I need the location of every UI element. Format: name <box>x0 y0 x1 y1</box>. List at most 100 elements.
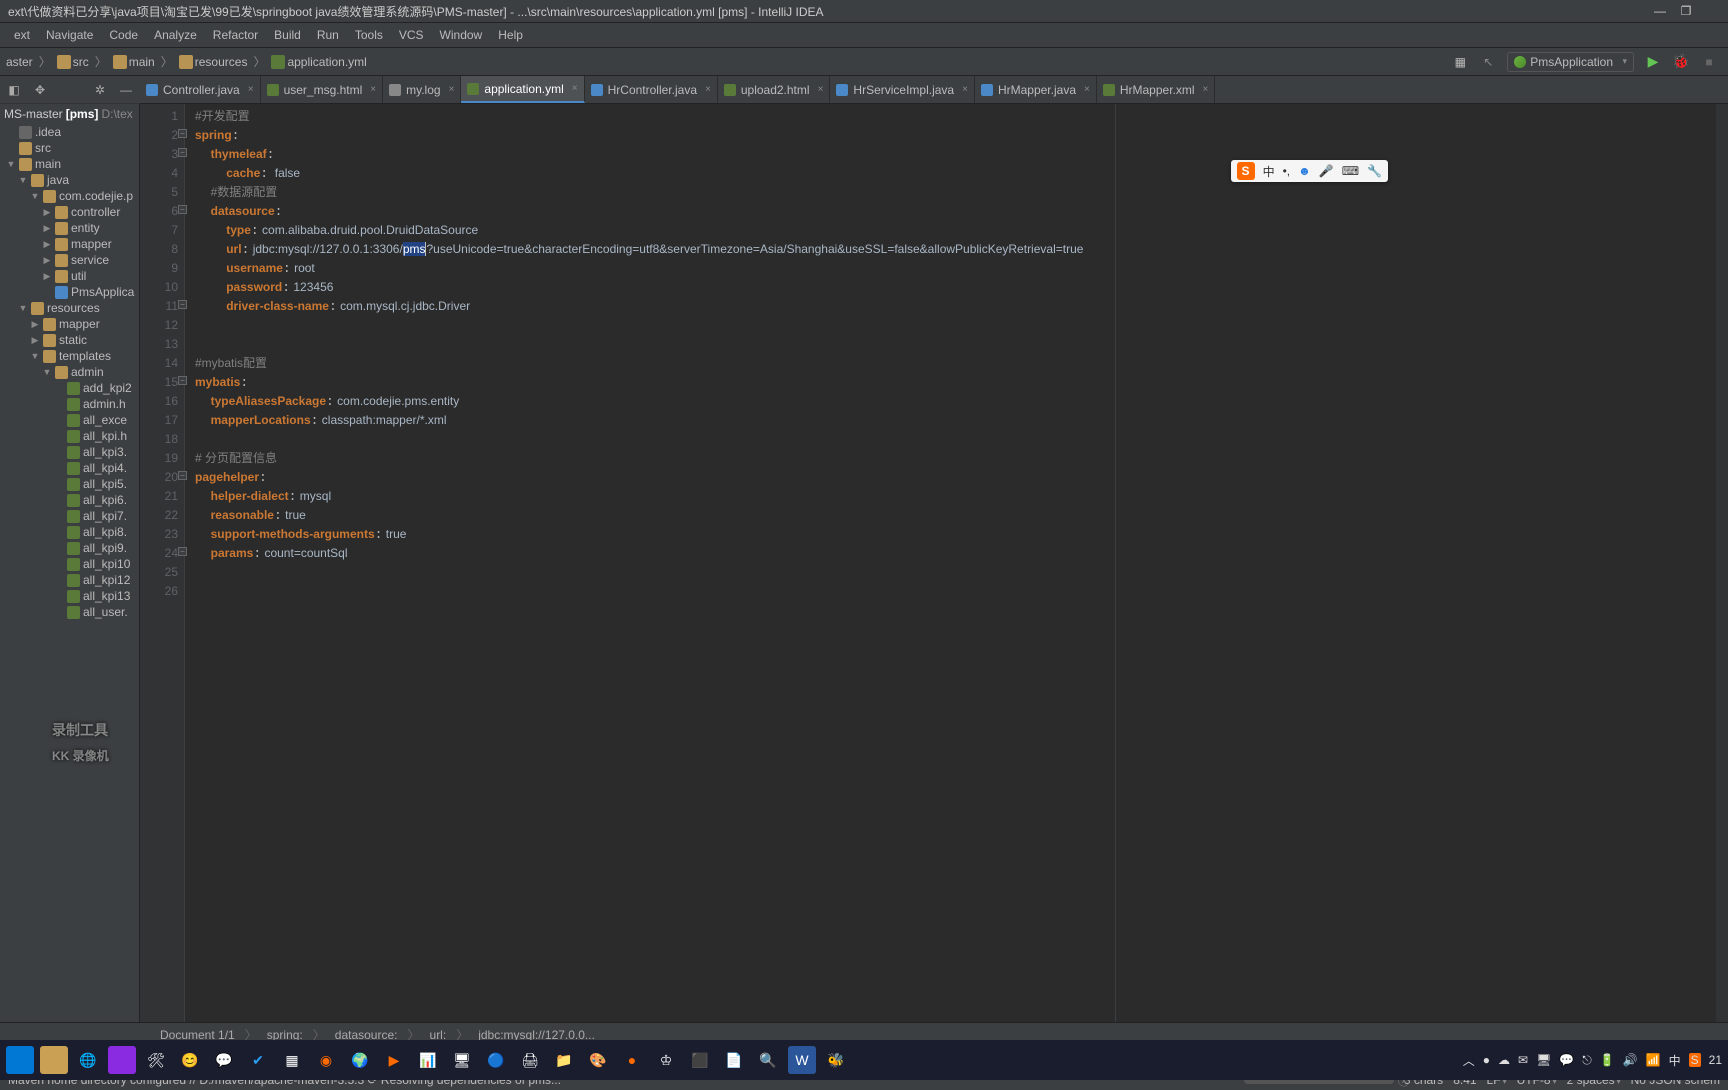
tree-node-add_kpi2[interactable]: add_kpi2 <box>0 380 139 396</box>
app-icon-17[interactable]: 📄 <box>720 1046 748 1074</box>
tree-node-templates[interactable]: ▼templates <box>0 348 139 364</box>
tab-user_msg-html[interactable]: user_msg.html× <box>261 76 384 103</box>
app-icon-7[interactable]: ▶ <box>380 1046 408 1074</box>
tray-sogou-icon[interactable]: S <box>1689 1053 1701 1067</box>
tab-application-yml[interactable]: application.yml× <box>461 76 584 103</box>
tray-battery-icon[interactable]: 🔋 <box>1600 1053 1615 1067</box>
code-editor[interactable]: 12−3−456−7891011−12131415−1617181920−212… <box>140 104 1728 1022</box>
close-icon[interactable]: × <box>248 84 254 95</box>
app-icon-14[interactable]: ● <box>618 1046 646 1074</box>
tree-node-resources[interactable]: ▼resources <box>0 300 139 316</box>
tray-volume-icon[interactable]: 🔊 <box>1623 1053 1638 1067</box>
tree-node-util[interactable]: ▶util <box>0 268 139 284</box>
run-config-selector[interactable]: PmsApplication <box>1507 52 1634 72</box>
run-button[interactable]: ▶ <box>1644 53 1662 71</box>
app-icon-15[interactable]: ♔ <box>652 1046 680 1074</box>
app-icon-18[interactable]: 🐝 <box>822 1046 850 1074</box>
menu-build[interactable]: Build <box>266 25 309 45</box>
close-icon[interactable]: × <box>962 84 968 95</box>
app-icon-9[interactable]: 🖥 <box>448 1046 476 1074</box>
build-icon[interactable]: ▦ <box>1451 53 1469 71</box>
menu-vcs[interactable]: VCS <box>391 25 432 45</box>
tree-node-controller[interactable]: ▶controller <box>0 204 139 220</box>
tree-node-com-codejie-p[interactable]: ▼com.codejie.p <box>0 188 139 204</box>
ime-face-icon[interactable]: ☻ <box>1298 164 1311 178</box>
app-icon-1[interactable]: 🛠 <box>142 1046 170 1074</box>
close-icon[interactable]: × <box>705 84 711 95</box>
wechat-icon[interactable]: 💬 <box>210 1046 238 1074</box>
app-icon-6[interactable]: 🌍 <box>346 1046 374 1074</box>
ime-kbd-icon[interactable]: ⌨ <box>1342 164 1359 178</box>
menu-code[interactable]: Code <box>101 25 146 45</box>
settings-icon[interactable]: ✲ <box>92 82 108 98</box>
breadcrumb-item[interactable]: resources <box>195 55 248 69</box>
tree-node-all_exce[interactable]: all_exce <box>0 412 139 428</box>
tray-icon-1[interactable]: ● <box>1483 1053 1490 1067</box>
tray-time[interactable]: 21 <box>1709 1053 1722 1067</box>
tray-icon-2[interactable]: ☁ <box>1498 1053 1510 1067</box>
app-icon-12[interactable]: 📁 <box>550 1046 578 1074</box>
project-select-icon[interactable]: ◧ <box>6 82 22 98</box>
tree-node-mapper[interactable]: ▶mapper <box>0 236 139 252</box>
tree-node-all_kpi6-[interactable]: all_kpi6. <box>0 492 139 508</box>
menu-window[interactable]: Window <box>432 25 491 45</box>
menu-refactor[interactable]: Refactor <box>205 25 266 45</box>
app-icon-2[interactable]: 😊 <box>176 1046 204 1074</box>
tree-node-all_kpi3-[interactable]: all_kpi3. <box>0 444 139 460</box>
close-icon[interactable]: × <box>572 83 578 94</box>
app-icon-4[interactable]: ▦ <box>278 1046 306 1074</box>
tree-node-src[interactable]: src <box>0 140 139 156</box>
tree-node-all_kpi10[interactable]: all_kpi10 <box>0 556 139 572</box>
tray-icon-4[interactable]: 🖥 <box>1536 1053 1551 1067</box>
start-button[interactable] <box>6 1046 34 1074</box>
tree-node-admin-h[interactable]: admin.h <box>0 396 139 412</box>
debug-button[interactable]: 🐞 <box>1672 53 1690 71</box>
menu-help[interactable]: Help <box>490 25 531 45</box>
tray-icon-5[interactable]: 💬 <box>1559 1053 1574 1067</box>
tree-node-all_kpi8-[interactable]: all_kpi8. <box>0 524 139 540</box>
app-icon-13[interactable]: 🎨 <box>584 1046 612 1074</box>
menu-run[interactable]: Run <box>309 25 347 45</box>
tree-node-all_kpi13[interactable]: all_kpi13 <box>0 588 139 604</box>
word-icon[interactable]: W <box>788 1046 816 1074</box>
menu-navigate[interactable]: Navigate <box>38 25 101 45</box>
project-tree[interactable]: MS-master [pms] D:\tex .ideasrc▼main▼jav… <box>0 104 140 1022</box>
tab-hrmapper-xml[interactable]: HrMapper.xml× <box>1097 76 1216 103</box>
close-icon[interactable]: × <box>818 84 824 95</box>
close-icon[interactable]: × <box>449 84 455 95</box>
ime-punct-icon[interactable]: •, <box>1283 164 1291 178</box>
app-icon-3[interactable]: ✔ <box>244 1046 272 1074</box>
tab-my-log[interactable]: my.log× <box>383 76 461 103</box>
close-icon[interactable]: × <box>370 84 376 95</box>
app-icon-8[interactable]: 📊 <box>414 1046 442 1074</box>
tab-hrserviceimpl-java[interactable]: HrServiceImpl.java× <box>830 76 975 103</box>
close-button[interactable] <box>1704 4 1720 18</box>
back-icon[interactable]: ↖ <box>1479 53 1497 71</box>
tree-node-admin[interactable]: ▼admin <box>0 364 139 380</box>
tree-node-main[interactable]: ▼main <box>0 156 139 172</box>
tree-node-all_kpi12[interactable]: all_kpi12 <box>0 572 139 588</box>
tree-node-java[interactable]: ▼java <box>0 172 139 188</box>
ime-bar[interactable]: S 中 •, ☻ 🎤 ⌨ 🔧 <box>1231 160 1388 182</box>
app-icon-5[interactable]: ◉ <box>312 1046 340 1074</box>
ime-wrench-icon[interactable]: 🔧 <box>1367 164 1382 178</box>
tree-node-all_user-[interactable]: all_user. <box>0 604 139 620</box>
menu-tools[interactable]: Tools <box>347 25 391 45</box>
ime-lang[interactable]: 中 <box>1263 163 1275 180</box>
intellij-icon[interactable] <box>108 1046 136 1074</box>
tree-node-all_kpi4-[interactable]: all_kpi4. <box>0 460 139 476</box>
tab-hrmapper-java[interactable]: HrMapper.java× <box>975 76 1097 103</box>
collapse-icon[interactable]: — <box>118 82 134 98</box>
ime-mic-icon[interactable]: 🎤 <box>1319 164 1334 178</box>
menu-ext[interactable]: ext <box>6 25 38 45</box>
tray-icon-3[interactable]: ✉ <box>1518 1053 1528 1067</box>
code-area[interactable]: #开发配置 spring: thymeleaf: cache: false #数… <box>185 104 1716 1022</box>
tree-node-all_kpi-h[interactable]: all_kpi.h <box>0 428 139 444</box>
tree-node-entity[interactable]: ▶entity <box>0 220 139 236</box>
tree-node-service[interactable]: ▶service <box>0 252 139 268</box>
breadcrumb-item[interactable]: application.yml <box>287 55 366 69</box>
tab-hrcontroller-java[interactable]: HrController.java× <box>585 76 718 103</box>
locate-icon[interactable]: ✥ <box>32 82 48 98</box>
chrome-icon[interactable]: 🌐 <box>74 1046 102 1074</box>
menu-analyze[interactable]: Analyze <box>146 25 205 45</box>
